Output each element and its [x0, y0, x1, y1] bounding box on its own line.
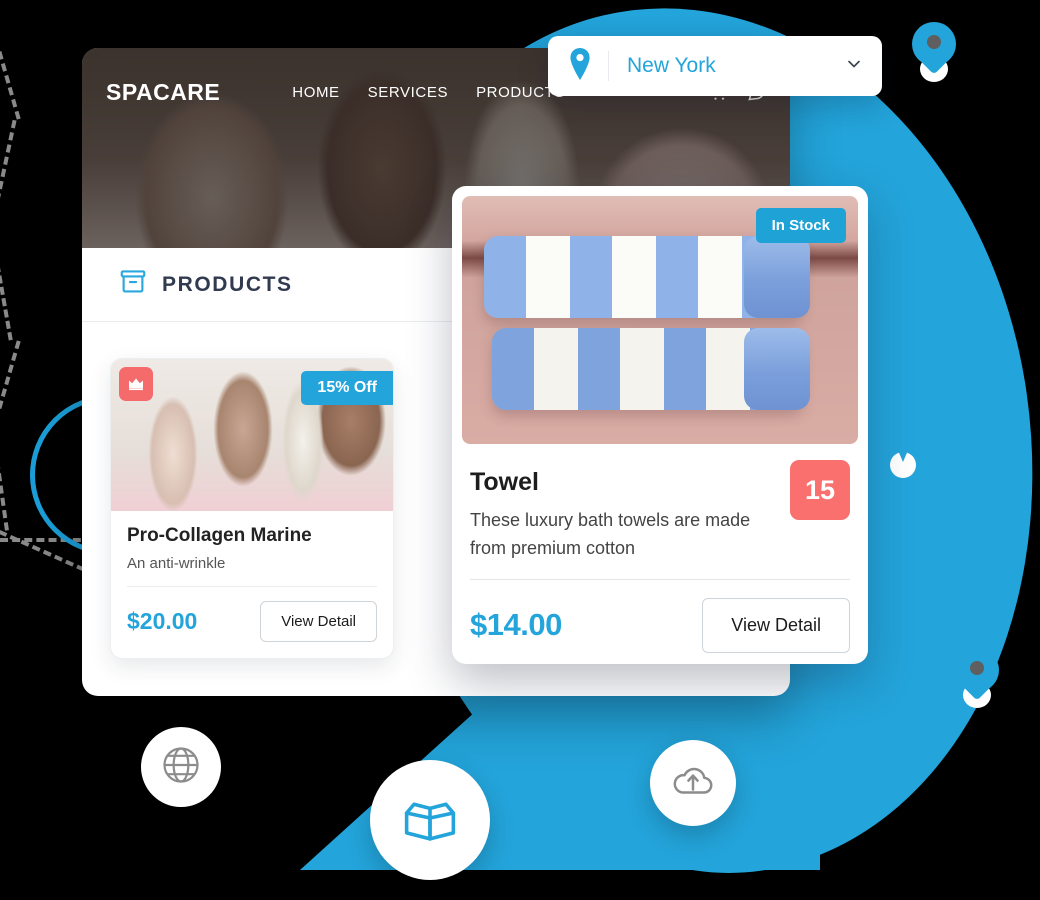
- discount-badge: 15% Off: [301, 371, 393, 405]
- product-card-footer: $20.00 View Detail: [127, 586, 377, 658]
- nav-links: HOME SERVICES PRODUCTS: [292, 84, 565, 101]
- dashed-route-line: [0, 340, 31, 460]
- product-title: Pro-Collagen Marine: [127, 525, 312, 546]
- dashed-route-line: [0, 459, 19, 531]
- location-selector[interactable]: New York: [548, 36, 882, 96]
- box-archive-icon: [118, 267, 148, 302]
- crown-icon: [119, 367, 153, 401]
- towel-bottom: [492, 328, 810, 410]
- location-value: New York: [627, 54, 716, 77]
- view-detail-button[interactable]: View Detail: [260, 601, 377, 642]
- nav-item-services[interactable]: SERVICES: [368, 84, 448, 101]
- open-box-icon: [397, 785, 463, 856]
- map-marker-hole: [970, 661, 984, 675]
- site-logo[interactable]: SPACARE: [106, 79, 220, 106]
- featured-product-description: These luxury bath towels are made from p…: [470, 510, 751, 558]
- globe-icon: [159, 743, 203, 792]
- chevron-down-icon[interactable]: [844, 54, 864, 79]
- featured-card-footer: $14.00 View Detail: [470, 578, 850, 653]
- towel-illustration: [484, 236, 814, 426]
- map-marker-bottom-right: [955, 648, 999, 708]
- towel-roll: [744, 328, 810, 410]
- product-card[interactable]: 15% Off Pro-Collagen Marine An anti-wrin…: [110, 358, 394, 659]
- status-badge: In Stock: [755, 208, 846, 243]
- map-pin-icon: [566, 47, 594, 85]
- nav-item-home[interactable]: HOME: [292, 84, 339, 101]
- dashed-route-line: [0, 0, 31, 120]
- illustration-stage: SPACARE HOME SERVICES PRODUCTS PRODUCTS …: [0, 0, 1040, 900]
- product-description: An anti-wrinkle: [127, 555, 226, 572]
- featured-product-card[interactable]: In Stock Towel These luxury bath towels …: [452, 186, 868, 664]
- divider: [608, 51, 609, 81]
- page-title: PRODUCTS: [162, 272, 293, 296]
- featured-product-price: $14.00: [470, 607, 562, 643]
- dashed-route-line: [0, 239, 23, 341]
- product-image: 15% Off: [111, 359, 393, 511]
- featured-card-body: Towel These luxury bath towels are made …: [452, 454, 868, 563]
- featured-product-image: In Stock: [462, 196, 858, 444]
- product-price: $20.00: [127, 608, 198, 634]
- globe-icon-circle[interactable]: [141, 727, 221, 807]
- towel-roll: [744, 236, 810, 318]
- dashed-route-line: [0, 119, 27, 241]
- quantity-badge: 15: [790, 460, 850, 520]
- map-marker-top-right: [912, 22, 956, 82]
- map-marker-hole: [927, 35, 941, 49]
- featured-view-detail-button[interactable]: View Detail: [702, 597, 850, 653]
- open-box-icon-circle[interactable]: [370, 760, 490, 880]
- towel-top: [484, 236, 810, 318]
- cloud-upload-icon: [670, 758, 716, 809]
- product-card-body: Pro-Collagen Marine An anti-wrinkle: [111, 511, 393, 572]
- white-marker-cutout: [890, 452, 916, 478]
- cloud-upload-icon-circle[interactable]: [650, 740, 736, 826]
